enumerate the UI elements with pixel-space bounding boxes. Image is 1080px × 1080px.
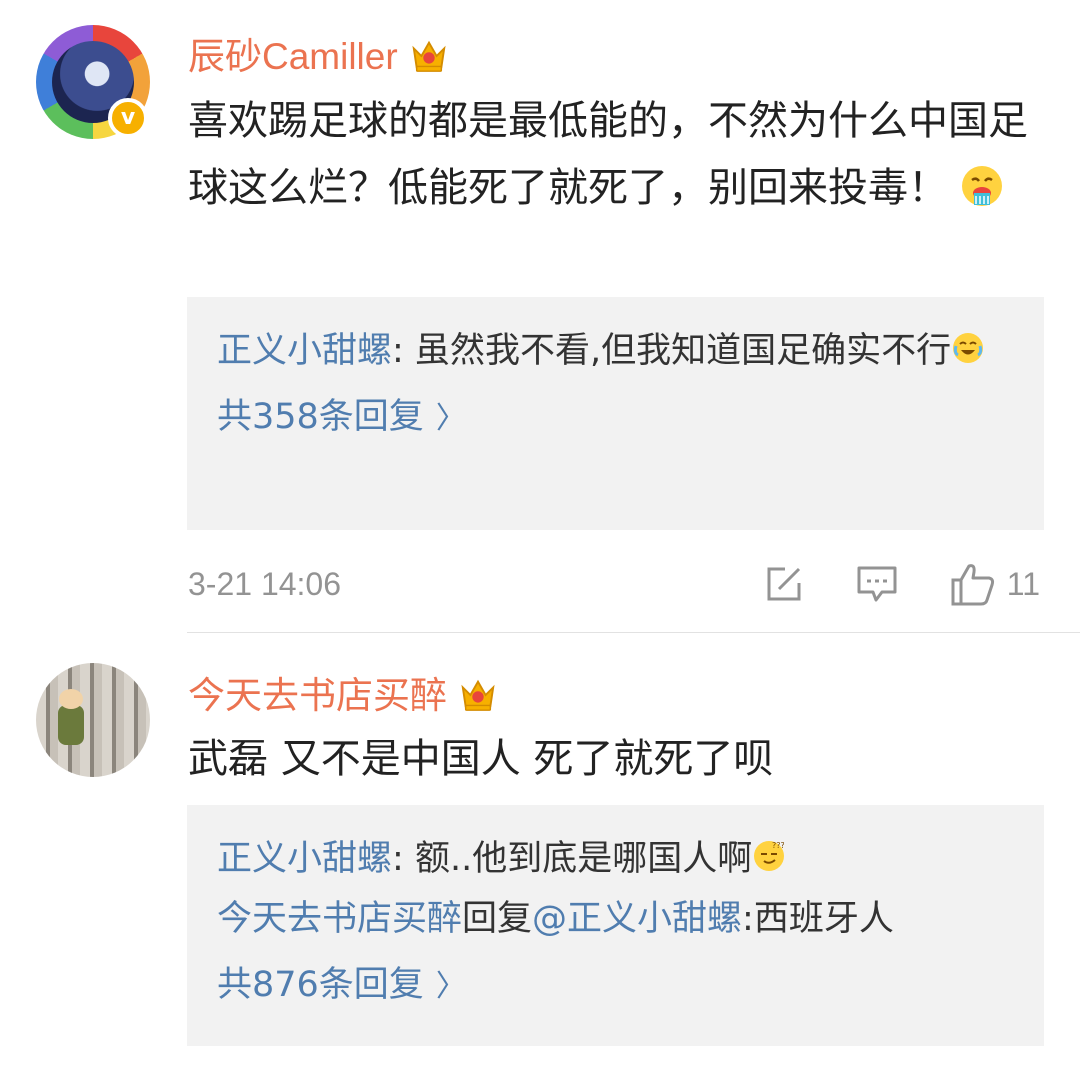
verified-badge: v [108, 98, 148, 138]
reply-box[interactable]: 正义小甜螺: 额..他到底是哪国人啊 ??? 今天去书店买醉回复@正义小甜螺:西… [187, 805, 1044, 1046]
more-replies-link[interactable]: 共876条回复〉 [217, 955, 1014, 1017]
reply-item: 正义小甜螺: 额..他到底是哪国人啊 ??? [217, 839, 785, 879]
reply-username[interactable]: 今天去书店买醉 [217, 899, 462, 939]
reply-item: 今天去书店买醉回复@正义小甜螺:西班牙人 [217, 899, 894, 939]
more-replies-link[interactable]: 共358条回复〉 [217, 387, 1014, 449]
like-button[interactable]: 11 [949, 560, 1040, 608]
repost-button[interactable] [763, 563, 805, 605]
comment-button[interactable] [855, 562, 899, 606]
mention-link[interactable]: @正义小甜螺 [532, 899, 742, 939]
dizzy-face-emoji: ??? [754, 841, 785, 871]
chevron-right-icon: 〉 [435, 969, 466, 1004]
svg-text:???: ??? [772, 841, 784, 850]
like-icon [951, 564, 994, 606]
reply-username[interactable]: 正义小甜螺 [217, 839, 392, 879]
avatar[interactable] [36, 663, 150, 777]
reply-item: 正义小甜螺: 虽然我不看,但我知道国足确实不行 [217, 321, 1014, 381]
comment-text: 喜欢踢足球的都是最低能的，不然为什么中国足球这么烂？低能死了就死了，别回来投毒！ [188, 98, 1028, 211]
crown-icon [412, 41, 446, 73]
reply-username[interactable]: 正义小甜螺 [217, 331, 392, 371]
username[interactable]: 今天去书店买醉 [188, 665, 497, 719]
vomiting-face-emoji [962, 166, 1002, 206]
chevron-right-icon: 〉 [435, 401, 466, 436]
laugh-crying-emoji [953, 333, 984, 363]
divider [187, 632, 1080, 633]
like-count: 11 [1006, 565, 1040, 602]
comment-actions: 11 [713, 560, 1040, 608]
comment-icon [857, 566, 897, 602]
username[interactable]: 辰砂Camiller [188, 26, 448, 80]
crown-icon [461, 680, 495, 712]
reply-box[interactable]: 正义小甜螺: 虽然我不看,但我知道国足确实不行 共358条回复〉 [187, 297, 1044, 530]
edit-icon [767, 567, 801, 601]
comment-text: 武磊 又不是中国人 死了就死了呗 [188, 736, 774, 782]
timestamp: 3-21 14:06 [188, 566, 342, 602]
